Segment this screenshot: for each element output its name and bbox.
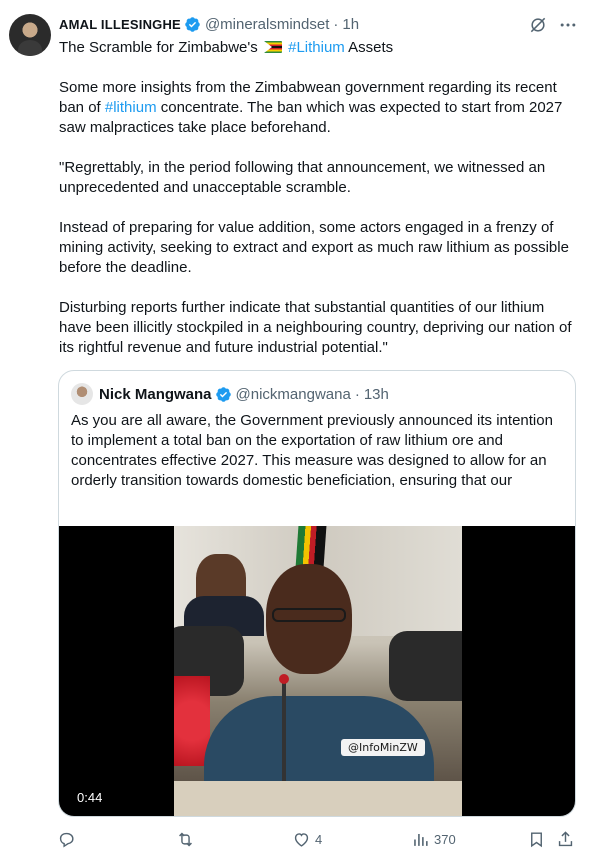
grok-icon[interactable] [528, 15, 548, 35]
more-icon[interactable] [558, 15, 578, 35]
tweet-time[interactable]: 1h [342, 16, 359, 33]
retweet-icon [179, 832, 192, 846]
reply-icon [59, 832, 74, 848]
video-duration: 0:44 [71, 788, 109, 807]
verified-badge-icon [215, 386, 231, 402]
quoted-author-handle: @nickmangwana [235, 385, 351, 403]
hashtag-lithium[interactable]: #lithium [105, 99, 157, 116]
quoted-author-avatar [71, 383, 93, 405]
reply-button[interactable] [57, 828, 80, 850]
title-suffix: Assets [344, 39, 394, 56]
tweet-header: AMAL ILLESINGHE @mineralsmindset · 1h [59, 14, 359, 34]
views-count: 370 [434, 831, 456, 847]
author-avatar[interactable] [9, 14, 51, 56]
flag-zimbabwe-icon [263, 41, 282, 53]
author-handle[interactable]: @mineralsmindset [205, 16, 329, 33]
quoted-author-name: Nick Mangwana [99, 385, 212, 403]
share-icon [558, 830, 573, 846]
separator-dot: · [333, 15, 339, 33]
video-frame: @InfoMinZW [174, 526, 462, 816]
paragraph-2: "Regrettably, in the period following th… [59, 159, 546, 196]
tweet[interactable]: AMAL ILLESINGHE @mineralsmindset · 1h Th… [0, 0, 590, 867]
quoted-tweet-time: 13h [363, 385, 389, 403]
tweet-title-line: The Scramble for Zimbabwe's #Lithium Ass… [59, 38, 579, 58]
hashtag-lithium-title[interactable]: #Lithium [288, 39, 345, 56]
separator-dot: · [354, 385, 360, 403]
video-player[interactable]: @InfoMinZW 0:44 [59, 526, 575, 816]
like-count: 4 [315, 831, 323, 847]
video-watermark: @InfoMinZW [341, 739, 425, 756]
title-prefix: The Scramble for Zimbabwe's [59, 39, 258, 56]
quoted-tweet-text: As you are all aware, the Government pre… [71, 412, 553, 489]
action-bar: 4 370 [0, 828, 590, 850]
views-button[interactable]: 370 [411, 828, 456, 850]
quoted-tweet[interactable]: Nick Mangwana @nickmangwana · 13h As you… [58, 370, 576, 817]
bookmark-button[interactable] [527, 828, 546, 850]
paragraph-3: Instead of preparing for value addition,… [59, 219, 569, 276]
paragraph-1: Some more insights from the Zimbabwean g… [59, 78, 579, 138]
verified-badge-icon [185, 16, 200, 32]
paragraph-4: Disturbing reports further indicate that… [59, 299, 572, 356]
author-name[interactable]: AMAL ILLESINGHE [59, 17, 181, 32]
bookmark-icon [531, 831, 542, 847]
like-button[interactable]: 4 [292, 828, 322, 850]
like-icon [294, 832, 309, 847]
views-icon [414, 833, 428, 846]
tweet-text: The Scramble for Zimbabwe's #Lithium Ass… [59, 38, 579, 358]
quoted-tweet-header: Nick Mangwana @nickmangwana · 13h [71, 383, 389, 405]
retweet-button[interactable] [176, 828, 199, 850]
share-button[interactable] [556, 828, 575, 850]
